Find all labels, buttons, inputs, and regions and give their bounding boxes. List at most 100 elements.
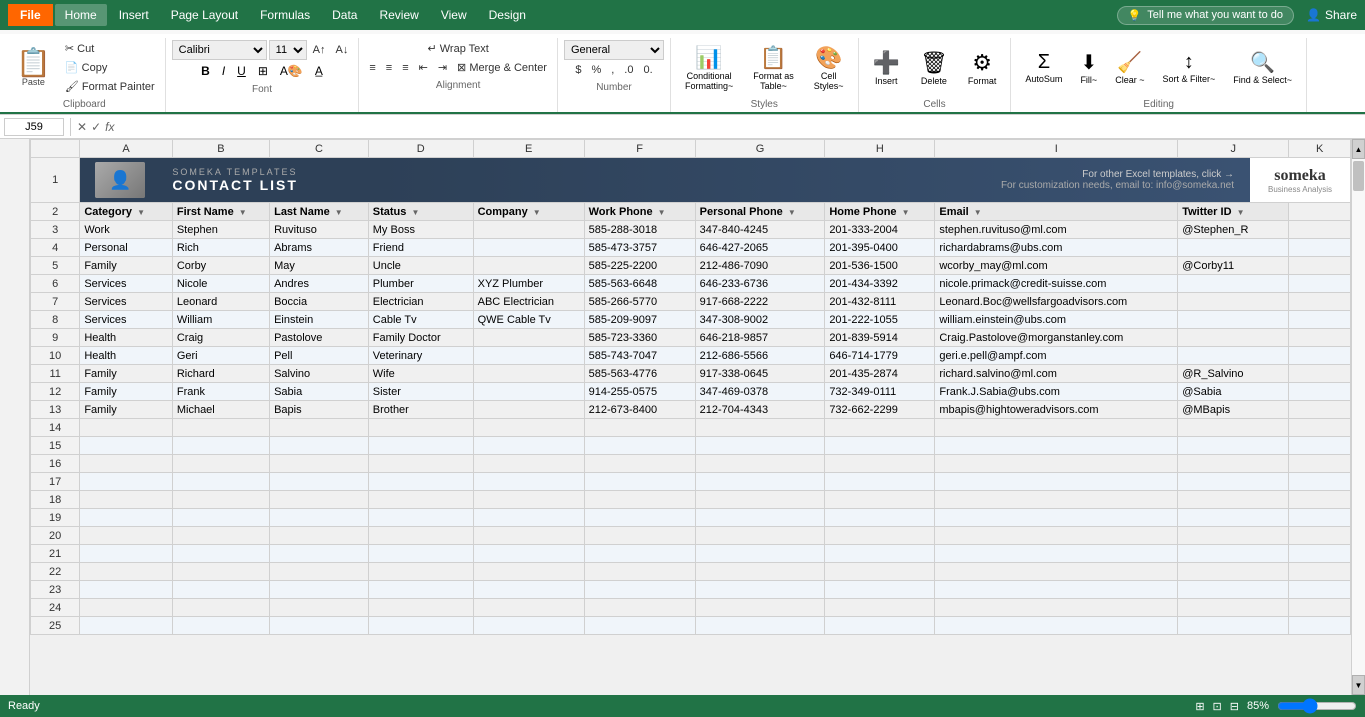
empty-cell[interactable]	[584, 545, 695, 563]
table-cell[interactable]: Plumber	[368, 275, 473, 293]
filter-arrow-personalphone[interactable]: ▼	[788, 208, 796, 217]
table-cell[interactable]: 201-435-2874	[825, 365, 935, 383]
autosum-button[interactable]: Σ AutoSum	[1017, 49, 1070, 86]
empty-cell[interactable]	[80, 599, 173, 617]
table-cell[interactable]: William	[172, 311, 269, 329]
table-cell[interactable]: 585-743-7047	[584, 347, 695, 365]
table-cell[interactable]: geri.e.pell@ampf.com	[935, 347, 1178, 365]
font-family-select[interactable]: Calibri	[172, 40, 267, 60]
empty-cell[interactable]	[825, 581, 935, 599]
empty-cell[interactable]	[1178, 617, 1289, 635]
menu-view[interactable]: View	[431, 4, 477, 26]
table-cell[interactable]: 585-266-5770	[584, 293, 695, 311]
empty-cell[interactable]	[695, 617, 825, 635]
table-cell[interactable]: Electrician	[368, 293, 473, 311]
empty-cell[interactable]	[270, 545, 369, 563]
table-cell[interactable]: Family	[80, 383, 173, 401]
table-cell[interactable]: Uncle	[368, 257, 473, 275]
filter-arrow-firstname[interactable]: ▼	[239, 208, 247, 217]
empty-cell[interactable]	[270, 509, 369, 527]
table-cell[interactable]: ABC Electrician	[473, 293, 584, 311]
table-cell[interactable]: 585-563-6648	[584, 275, 695, 293]
empty-cell[interactable]	[825, 437, 935, 455]
currency-button[interactable]: $	[571, 62, 585, 78]
empty-cell[interactable]	[368, 563, 473, 581]
empty-cell[interactable]	[473, 509, 584, 527]
table-cell[interactable]: Leonard	[172, 293, 269, 311]
table-cell[interactable]: Frank.J.Sabia@ubs.com	[935, 383, 1178, 401]
table-cell[interactable]	[1178, 239, 1289, 257]
table-cell[interactable]: 201-222-1055	[825, 311, 935, 329]
empty-cell[interactable]	[368, 581, 473, 599]
empty-cell[interactable]	[1178, 455, 1289, 473]
table-cell[interactable]: mbapis@hightoweradvisors.com	[935, 401, 1178, 419]
empty-cell[interactable]	[695, 581, 825, 599]
table-cell[interactable]: Richard	[172, 365, 269, 383]
main-sheet[interactable]: A B C D E F G H I J K 1	[30, 139, 1351, 695]
table-cell[interactable]: Ruvituso	[270, 221, 369, 239]
table-cell[interactable]: Veterinary	[368, 347, 473, 365]
insert-button[interactable]: ➕ Insert	[865, 48, 908, 88]
empty-cell[interactable]	[473, 419, 584, 437]
empty-cell[interactable]	[825, 473, 935, 491]
table-cell[interactable]: @Stephen_R	[1178, 221, 1289, 239]
table-cell[interactable]: Services	[80, 293, 173, 311]
empty-cell[interactable]	[172, 617, 269, 635]
filter-status[interactable]: Status ▼	[368, 203, 473, 221]
table-cell[interactable]: May	[270, 257, 369, 275]
table-cell[interactable]: Salvino	[270, 365, 369, 383]
empty-cell[interactable]	[473, 455, 584, 473]
empty-cell[interactable]	[584, 491, 695, 509]
empty-cell[interactable]	[172, 509, 269, 527]
filter-arrow-company[interactable]: ▼	[533, 208, 541, 217]
empty-cell[interactable]	[368, 509, 473, 527]
table-cell[interactable]: Corby	[172, 257, 269, 275]
filter-category[interactable]: Category ▼	[80, 203, 173, 221]
empty-cell[interactable]	[270, 419, 369, 437]
empty-cell[interactable]	[172, 599, 269, 617]
table-cell[interactable]: 201-434-3392	[825, 275, 935, 293]
empty-cell[interactable]	[80, 563, 173, 581]
empty-cell[interactable]	[1289, 581, 1351, 599]
empty-cell[interactable]	[270, 491, 369, 509]
empty-cell[interactable]	[935, 437, 1178, 455]
menu-home[interactable]: Home	[55, 4, 107, 26]
cut-button[interactable]: ✂ Cut	[61, 40, 159, 57]
table-cell[interactable]: Rich	[172, 239, 269, 257]
filter-arrow-homephone[interactable]: ▼	[902, 208, 910, 217]
table-cell[interactable]: 646-218-9857	[695, 329, 825, 347]
empty-cell[interactable]	[825, 599, 935, 617]
table-cell[interactable]	[1178, 293, 1289, 311]
filter-arrow-workphone[interactable]: ▼	[658, 208, 666, 217]
table-cell[interactable]: 347-469-0378	[695, 383, 825, 401]
empty-cell[interactable]	[80, 509, 173, 527]
table-cell[interactable]: Work	[80, 221, 173, 239]
fill-button[interactable]: ⬇ Fill~	[1072, 48, 1105, 87]
empty-cell[interactable]	[825, 509, 935, 527]
table-cell[interactable]: Einstein	[270, 311, 369, 329]
empty-cell[interactable]	[584, 527, 695, 545]
filter-workphone[interactable]: Work Phone ▼	[584, 203, 695, 221]
filter-twitter[interactable]: Twitter ID ▼	[1178, 203, 1289, 221]
table-cell[interactable]: 646-427-2065	[695, 239, 825, 257]
bold-button[interactable]: B	[196, 62, 215, 80]
table-cell[interactable]	[1178, 347, 1289, 365]
table-cell[interactable]: Pastolove	[270, 329, 369, 347]
filter-arrow-category[interactable]: ▼	[137, 208, 145, 217]
table-cell[interactable]: Pell	[270, 347, 369, 365]
empty-cell[interactable]	[584, 455, 695, 473]
empty-cell[interactable]	[1289, 419, 1351, 437]
table-cell[interactable]: Sabia	[270, 383, 369, 401]
table-cell[interactable]: Family	[80, 365, 173, 383]
table-cell[interactable]: richardabrams@ubs.com	[935, 239, 1178, 257]
table-cell[interactable]: Family	[80, 401, 173, 419]
table-cell[interactable]: 585-209-9097	[584, 311, 695, 329]
cancel-formula-icon[interactable]: ✕	[77, 120, 87, 134]
table-cell[interactable]: Craig	[172, 329, 269, 347]
format-as-table-button[interactable]: 📋 Format as Table~	[745, 43, 802, 93]
empty-cell[interactable]	[368, 617, 473, 635]
empty-cell[interactable]	[1289, 527, 1351, 545]
number-format-select[interactable]: General	[564, 40, 664, 60]
table-cell[interactable]: Frank	[172, 383, 269, 401]
table-cell[interactable]: 585-225-2200	[584, 257, 695, 275]
